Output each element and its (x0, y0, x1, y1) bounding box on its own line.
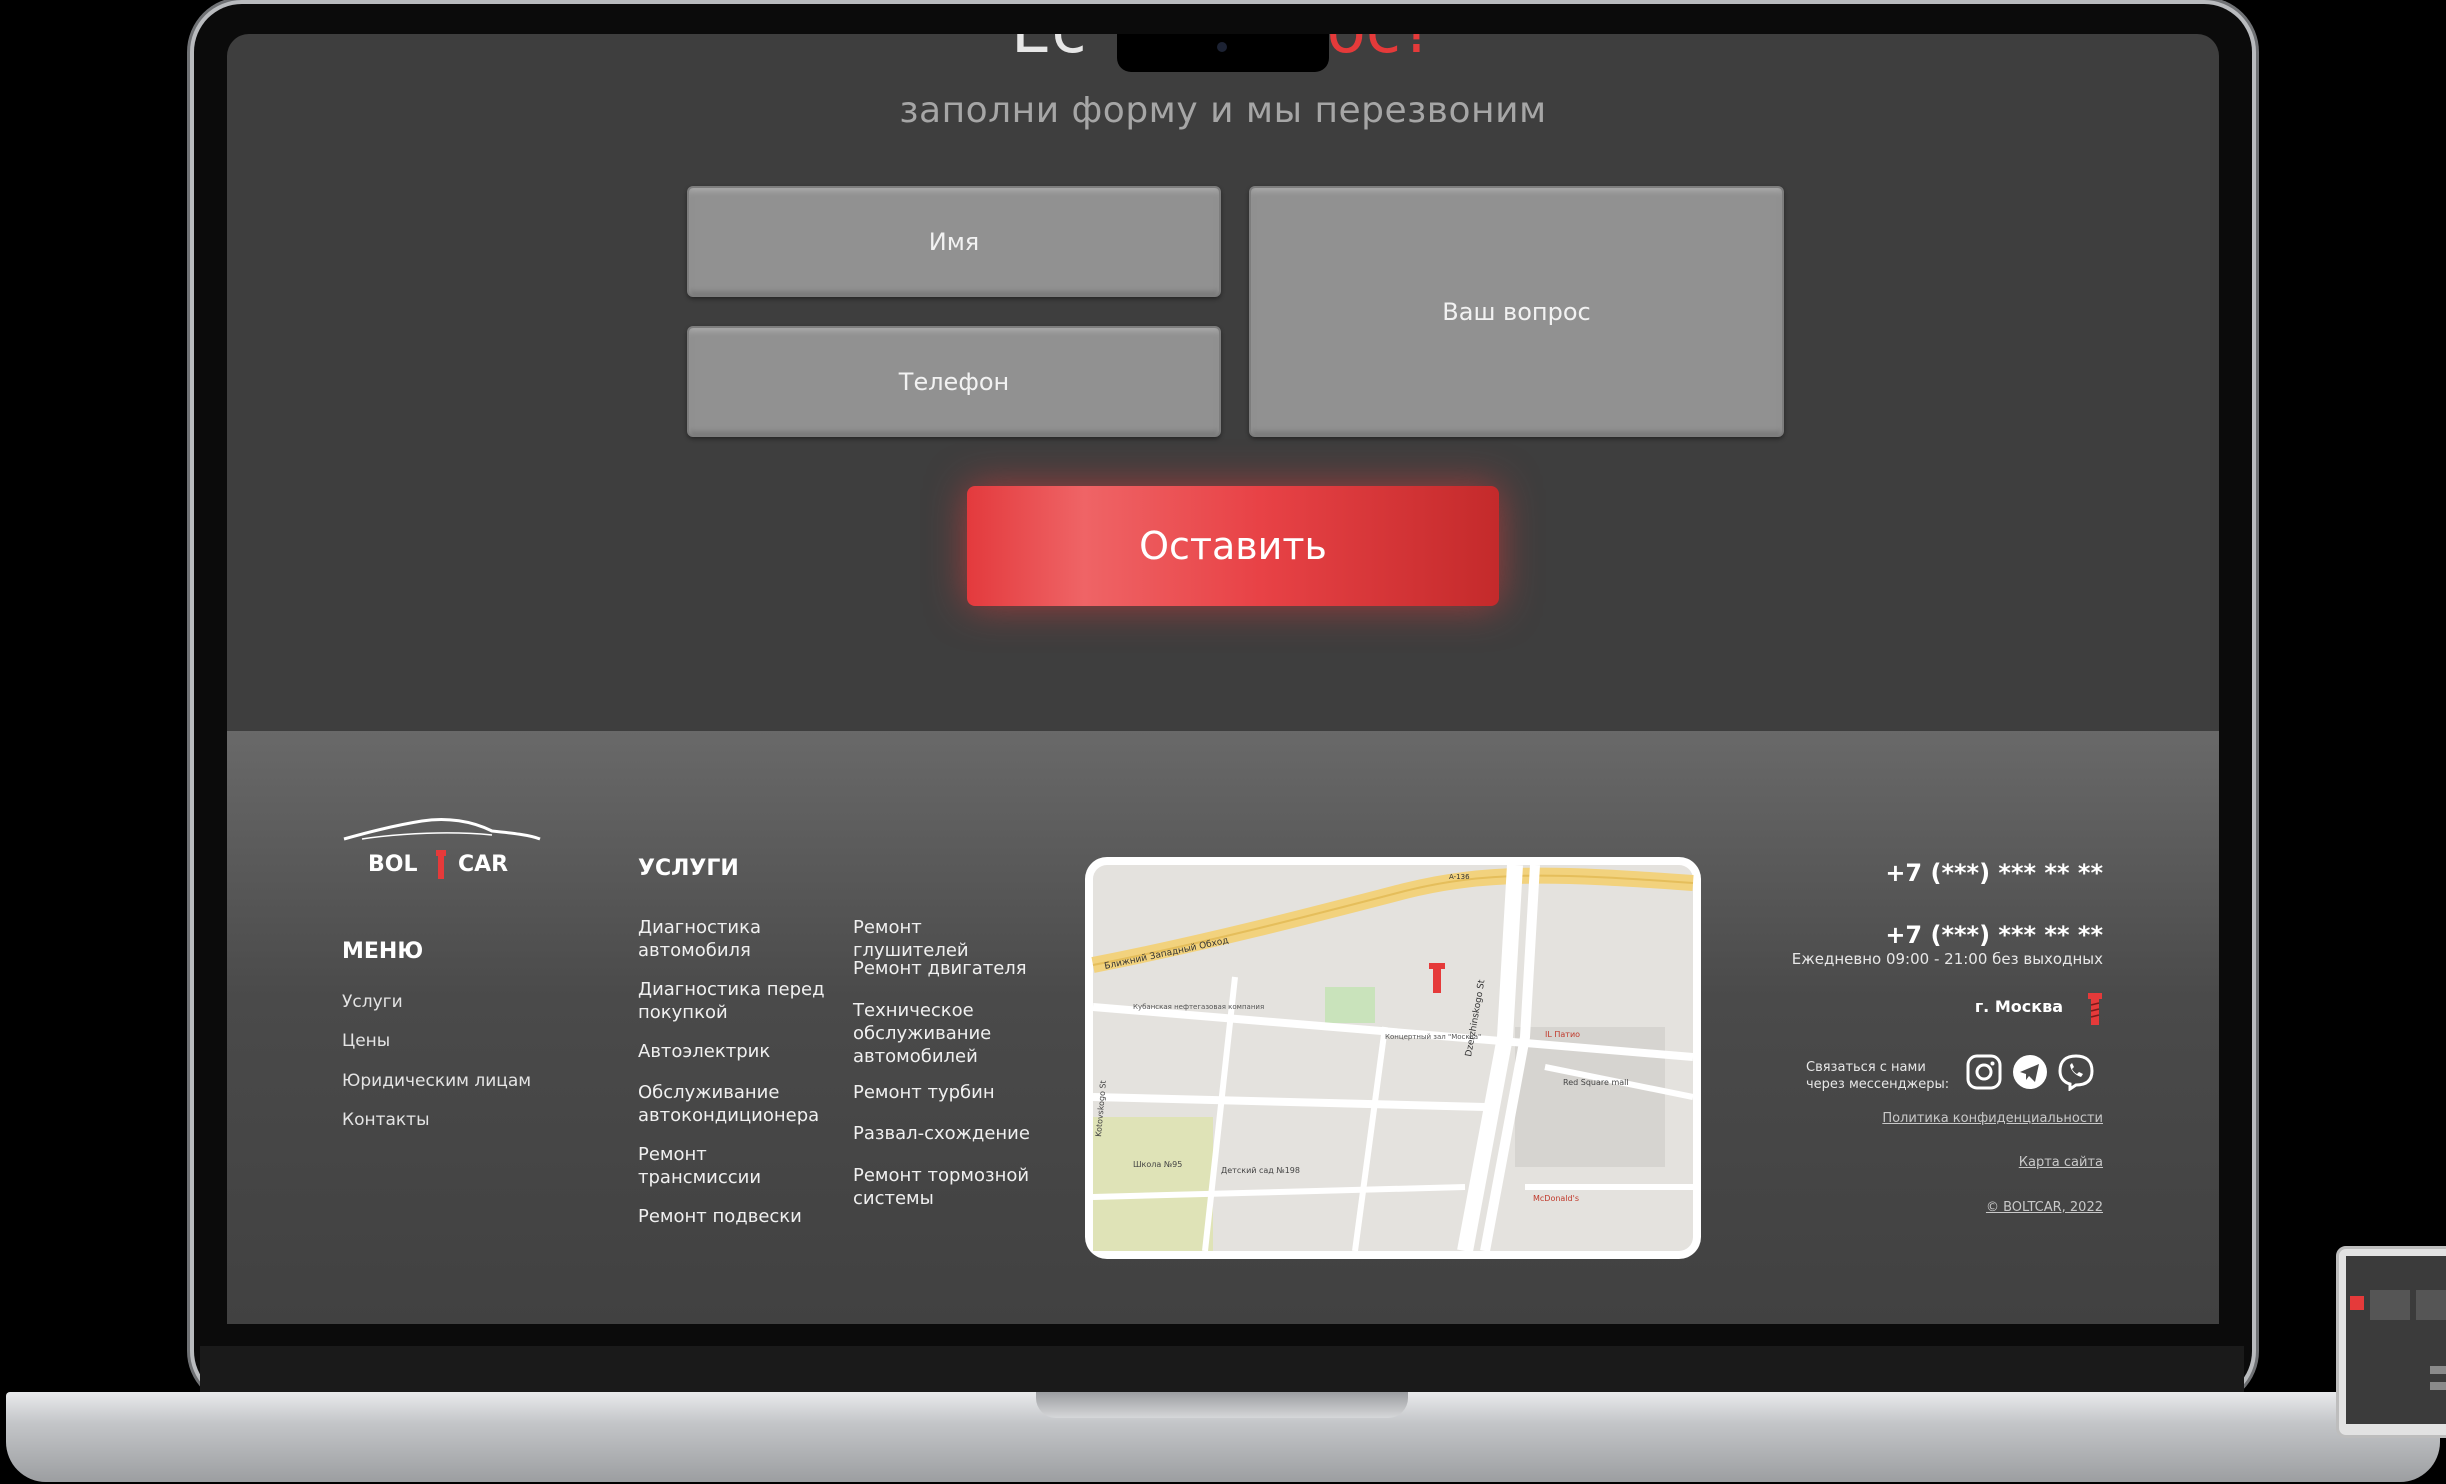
menu-link-legal[interactable]: Юридическим лицам (342, 1071, 531, 1091)
sitemap-link[interactable]: Карта сайта (2019, 1155, 2103, 1170)
location-map[interactable]: Ближний Западный Обход Кубанская нефтега… (1085, 857, 1701, 1259)
menu-heading: МЕНЮ (342, 939, 424, 964)
messenger-label-line1: Связаться с нами (1806, 1060, 1926, 1075)
laptop-hinge (200, 1346, 2244, 1394)
map-label: Детский сад №198 (1221, 1166, 1300, 1175)
section-title-accent: ос? (1327, 34, 1435, 68)
secondary-device-screen (2346, 1256, 2446, 1424)
camera-icon (1217, 42, 1227, 52)
name-placeholder: Имя (928, 227, 980, 256)
thumbnail-bar (2430, 1382, 2446, 1390)
service-link[interactable]: Автоэлектрик (638, 1040, 828, 1063)
laptop-opening-notch (1036, 1392, 1408, 1418)
city-label: г. Москва (1974, 997, 2063, 1016)
service-link[interactable]: Ремонт двигателя (853, 957, 1043, 980)
map-canvas: Ближний Западный Обход Кубанская нефтега… (1091, 864, 1694, 1253)
copyright: © BOLTCAR, 2022 (1985, 1200, 2103, 1215)
map-label: McDonald's (1533, 1194, 1579, 1203)
messenger-label-line2: через мессенджеры: (1806, 1077, 1950, 1092)
phone-placeholder: Телефон (898, 367, 1010, 396)
camera-notch (1117, 34, 1329, 72)
map-label: A-136 (1449, 873, 1470, 881)
secondary-device-thumbnail (2336, 1246, 2446, 1438)
menu-link-prices[interactable]: Цены (342, 1031, 390, 1051)
service-link[interactable]: Техническое обслуживание автомобилей (853, 999, 1043, 1068)
services-heading: УСЛУГИ (638, 856, 739, 881)
menu-link-services[interactable]: Услуги (342, 992, 403, 1012)
submit-button[interactable]: Оставить (967, 486, 1499, 606)
logo-text-left: BOL (368, 852, 418, 877)
service-link[interactable]: Ремонт трансмиссии (638, 1143, 828, 1189)
thumbnail-card (2370, 1290, 2410, 1320)
phone-link-2[interactable]: +7 (***) *** ** ** (1885, 921, 2103, 949)
screen: Есос? заполни форму и мы перезвоним Имя … (227, 34, 2219, 1324)
form-subtitle: заполни форму и мы перезвоним (899, 90, 1547, 131)
question-textarea[interactable]: Ваш вопрос (1249, 186, 1784, 437)
thumbnail-accent (2350, 1296, 2364, 1310)
map-label: IL Патио (1545, 1030, 1580, 1039)
service-link[interactable]: Ремонт глушителей (853, 916, 1043, 962)
privacy-policy-link[interactable]: Политика конфиденциальности (1882, 1111, 2103, 1126)
telegram-icon[interactable] (2011, 1053, 2049, 1091)
map-label: Кубанская нефтегазовая компания (1133, 1003, 1264, 1011)
service-link[interactable]: Ремонт подвески (638, 1205, 828, 1228)
footer: BOL CAR МЕНЮ Услуги Цены Юридическим лиц… (227, 731, 2219, 1324)
messenger-label: Связаться с нами через мессенджеры: (1806, 1059, 1949, 1093)
instagram-icon[interactable] (1965, 1053, 2003, 1091)
service-link[interactable]: Ремонт турбин (853, 1081, 1043, 1104)
section-title-start: Ес (1011, 34, 1087, 68)
service-link[interactable]: Обслуживание автокондиционера (638, 1081, 828, 1127)
thumbnail-card (2416, 1290, 2446, 1320)
car-silhouette-icon: BOL CAR (343, 817, 541, 879)
thumbnail-bar (2430, 1366, 2446, 1374)
phone-input[interactable]: Телефон (687, 326, 1221, 437)
viber-icon[interactable] (2057, 1053, 2095, 1091)
logo-text-right: CAR (458, 852, 508, 877)
service-link[interactable]: Ремонт тормозной системы (853, 1164, 1043, 1210)
map-label: Школа №95 (1133, 1160, 1182, 1169)
phone-link-1[interactable]: +7 (***) *** ** ** (1885, 859, 2103, 887)
question-placeholder: Ваш вопрос (1442, 297, 1591, 326)
service-link[interactable]: Диагностика перед покупкой (638, 978, 828, 1024)
name-input[interactable]: Имя (687, 186, 1221, 297)
service-link[interactable]: Развал-схождение (853, 1122, 1043, 1145)
service-link[interactable]: Диагностика автомобиля (638, 916, 828, 962)
bolt-icon (2088, 993, 2102, 1025)
boltcar-logo[interactable]: BOL CAR (342, 817, 542, 887)
map-label: Red Square mall (1563, 1078, 1629, 1087)
working-hours: Ежедневно 09:00 - 21:00 без выходных (1791, 950, 2103, 968)
menu-link-contacts[interactable]: Контакты (342, 1110, 430, 1130)
